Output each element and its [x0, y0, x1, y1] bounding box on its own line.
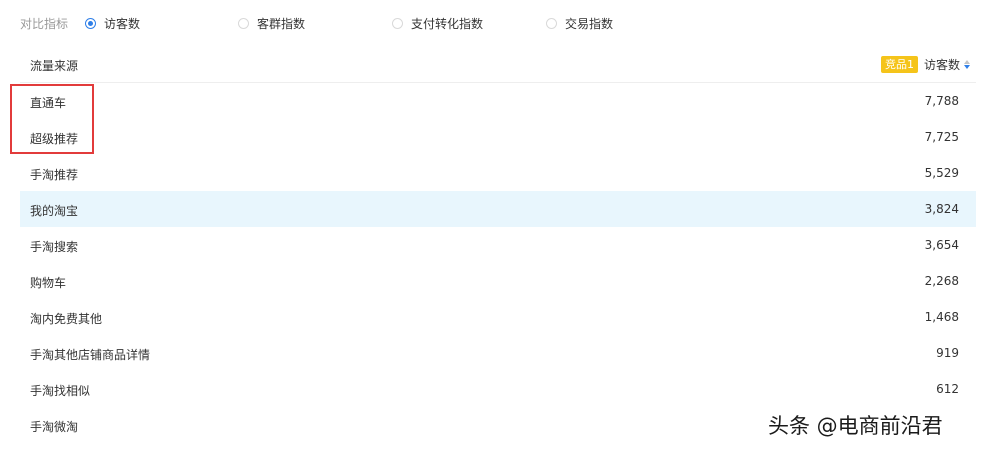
table-row[interactable]: 手淘搜索 3,654	[20, 227, 976, 263]
cell-source: 手淘其他店铺商品详情	[30, 348, 151, 362]
cell-visitors: 3,654	[924, 238, 959, 252]
radio-customer-index[interactable]: 客群指数	[238, 14, 305, 32]
compare-label: 对比指标	[20, 17, 69, 31]
cell-visitors: 3,824	[924, 202, 959, 216]
table-row[interactable]: 超级推荐 7,725	[20, 119, 976, 155]
table-row-hovered[interactable]: 我的淘宝 3,824	[20, 191, 976, 227]
cell-visitors: 612	[936, 382, 959, 396]
cell-visitors: 7,725	[924, 130, 959, 144]
radio-label: 访客数	[104, 16, 141, 31]
cell-visitors: 1,468	[924, 310, 959, 324]
cell-visitors: 5,529	[924, 166, 959, 180]
radio-label: 交易指数	[565, 16, 614, 31]
table-row[interactable]: 直通车 7,788	[20, 83, 976, 119]
compare-metrics-bar: 对比指标 访客数 客群指数 支付转化指数 交易指数	[20, 12, 980, 34]
traffic-source-table: 流量来源 竞品1 访客数 直通车 7,788 超级推荐 7,725 手淘推荐 5…	[20, 48, 976, 443]
radio-transaction-index[interactable]: 交易指数	[546, 14, 613, 32]
visitors-header-label[interactable]: 访客数	[924, 56, 960, 73]
table-row[interactable]: 手淘其他店铺商品详情 919	[20, 335, 976, 371]
radio-unchecked-icon[interactable]	[546, 17, 557, 29]
radio-label: 支付转化指数	[411, 16, 484, 31]
radio-unchecked-icon[interactable]	[392, 17, 403, 29]
watermark: 头条 @电商前沿君	[768, 414, 943, 438]
cell-source: 手淘搜索	[30, 240, 79, 254]
radio-payment-conversion-index[interactable]: 支付转化指数	[392, 14, 483, 32]
table-row[interactable]: 手淘找相似 612	[20, 371, 976, 407]
radio-visitors[interactable]: 访客数	[85, 14, 140, 32]
cell-source: 手淘找相似	[30, 384, 91, 398]
radio-checked-icon[interactable]	[85, 17, 96, 29]
sort-descending-icon[interactable]	[964, 57, 972, 71]
cell-source: 购物车	[30, 276, 67, 290]
cell-source: 手淘推荐	[30, 168, 79, 182]
radio-label: 客群指数	[257, 16, 306, 31]
cell-source: 淘内免费其他	[30, 312, 103, 326]
cell-visitors: 919	[936, 346, 959, 360]
table-row[interactable]: 淘内免费其他 1,468	[20, 299, 976, 335]
column-header-visitors[interactable]: 竞品1 访客数	[880, 55, 972, 73]
competitor-badge: 竞品1	[880, 55, 918, 73]
table-row[interactable]: 购物车 2,268	[20, 263, 976, 299]
cell-source: 直通车	[30, 96, 67, 110]
table-row[interactable]: 手淘推荐 5,529	[20, 155, 976, 191]
cell-visitors: 7,788	[924, 94, 959, 108]
cell-source: 手淘微淘	[30, 420, 79, 434]
column-header-source: 流量来源	[30, 59, 79, 73]
cell-source: 我的淘宝	[30, 204, 79, 218]
cell-visitors: 2,268	[924, 274, 959, 288]
cell-source: 超级推荐	[30, 132, 79, 146]
table-header: 流量来源 竞品1 访客数	[20, 48, 976, 83]
radio-unchecked-icon[interactable]	[238, 17, 249, 29]
